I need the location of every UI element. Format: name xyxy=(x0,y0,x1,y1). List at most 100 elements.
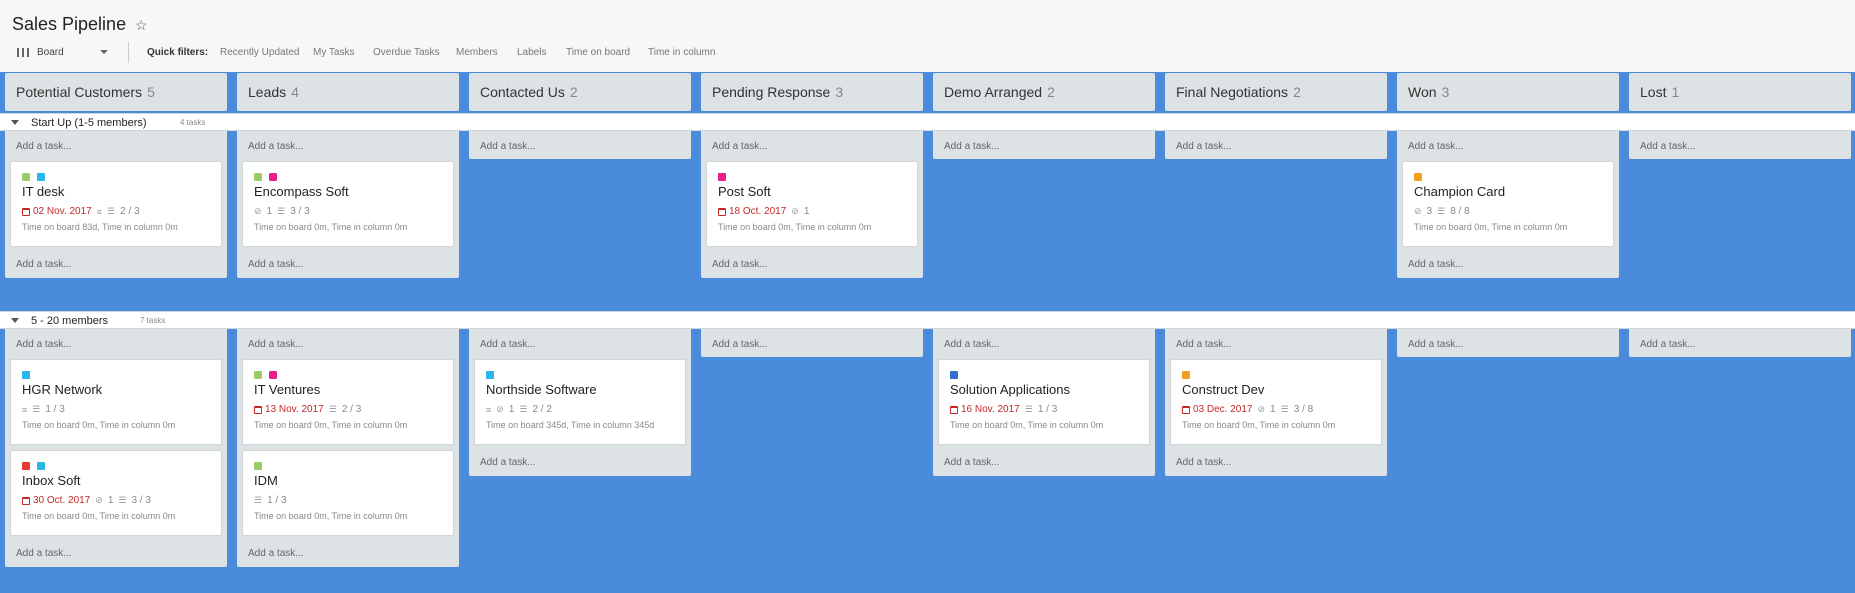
add-task-link[interactable]: Add a task... xyxy=(16,259,72,270)
add-task-link[interactable]: Add a task... xyxy=(248,141,304,152)
swimlane-header-startup[interactable]: Start Up (1-5 members) 4 tasks xyxy=(0,113,1855,131)
column-header-potential-customers[interactable]: Potential Customers 5 xyxy=(5,73,227,111)
add-task-link[interactable]: Add a task... xyxy=(944,141,1000,152)
add-task-link[interactable]: Add a task... xyxy=(944,339,1000,350)
task-card-hgr-network[interactable]: HGR Network ≡ ☰ 1 / 3 Time on board 0m, Ti… xyxy=(10,359,222,445)
add-task-link[interactable]: Add a task... xyxy=(16,141,72,152)
add-task-link[interactable]: Add a task... xyxy=(16,548,72,559)
board-title: Sales Pipeline xyxy=(12,14,127,34)
column-header-contacted-us[interactable]: Contacted Us 2 xyxy=(469,73,691,111)
card-labels xyxy=(950,371,958,379)
add-task-link[interactable]: Add a task... xyxy=(248,259,304,270)
attachment-icon: ⊘ xyxy=(254,206,262,216)
add-task-link[interactable]: Add a task... xyxy=(712,339,768,350)
collapse-triangle-icon[interactable] xyxy=(11,120,19,125)
lane-startup-leads: Add a task... Encompass Soft ⊘ 1 ☰ 3 / 3 Ti… xyxy=(237,131,459,278)
add-task-link[interactable]: Add a task... xyxy=(1640,141,1696,152)
column-header-lost[interactable]: Lost 1 xyxy=(1629,73,1851,111)
filter-labels[interactable]: Labels xyxy=(517,47,546,58)
task-card-it-desk[interactable]: IT desk 02 Nov. 2017 ≡ ☰ 2 / 3 Time on boar… xyxy=(10,161,222,247)
card-labels xyxy=(718,173,726,181)
calendar-icon xyxy=(22,207,30,216)
task-card-northside-software[interactable]: Northside Software ≡ ⊘ 1 ☰ 2 / 2 Time on boa… xyxy=(474,359,686,445)
filter-members[interactable]: Members xyxy=(456,47,498,58)
task-card-encompass-soft[interactable]: Encompass Soft ⊘ 1 ☰ 3 / 3 Time on board 0m… xyxy=(242,161,454,247)
add-task-link[interactable]: Add a task... xyxy=(1408,141,1464,152)
task-card-solution-applications[interactable]: Solution Applications 16 Nov. 2017 ☰ 1 / 3… xyxy=(938,359,1150,445)
board-header: Sales Pipeline ☆ Board Quick filters: Re… xyxy=(0,0,1855,72)
task-card-idm[interactable]: IDM ☰ 1 / 3 Time on board 0m, Time in col… xyxy=(242,450,454,536)
label-green xyxy=(254,462,262,470)
due-date: 13 Nov. 2017 xyxy=(254,404,324,415)
description-icon: ≡ xyxy=(22,404,28,415)
task-card-champion-card[interactable]: Champion Card ⊘ 3 ☰ 8 / 8 Time on board 0m,… xyxy=(1402,161,1614,247)
card-labels xyxy=(1414,173,1422,181)
column-count: 2 xyxy=(569,84,578,100)
task-card-it-ventures[interactable]: IT Ventures 13 Nov. 2017 ☰ 2 / 3 Time on b… xyxy=(242,359,454,445)
card-meta: 18 Oct. 2017 ⊘ 1 xyxy=(718,206,809,217)
card-time: Time on board 0m, Time in column 0m xyxy=(1414,222,1568,232)
filter-overdue-tasks[interactable]: Overdue Tasks xyxy=(373,47,440,58)
chevron-down-icon[interactable] xyxy=(100,50,108,54)
task-card-construct-dev[interactable]: Construct Dev 03 Dec. 2017 ⊘ 1 ☰ 3 / 8 Time … xyxy=(1170,359,1382,445)
lane-5-20-potential-customers: Add a task... HGR Network ≡ ☰ 1 / 3 Time o… xyxy=(5,329,227,567)
add-task-link[interactable]: Add a task... xyxy=(248,339,304,350)
card-title: HGR Network xyxy=(22,382,103,397)
card-time: Time on board 0m, Time in column 0m xyxy=(22,420,176,430)
column-header-won[interactable]: Won 3 xyxy=(1397,73,1619,111)
task-card-inbox-soft[interactable]: Inbox Soft 30 Oct. 2017 ⊘ 1 ☰ 3 / 3 Time on … xyxy=(10,450,222,536)
column-name: Won xyxy=(1408,84,1437,100)
add-task-link[interactable]: Add a task... xyxy=(712,259,768,270)
attachment-count: 3 xyxy=(1426,206,1433,217)
star-icon[interactable]: ☆ xyxy=(135,17,148,34)
add-task-link[interactable]: Add a task... xyxy=(16,339,72,350)
board-view-icon xyxy=(17,48,29,57)
add-task-link[interactable]: Add a task... xyxy=(480,339,536,350)
calendar-icon xyxy=(22,496,30,505)
column-header-final-negotiations[interactable]: Final Negotiations 2 xyxy=(1165,73,1387,111)
lane-startup-demo-arranged: Add a task... xyxy=(933,131,1155,159)
column-header-leads[interactable]: Leads 4 xyxy=(237,73,459,111)
checklist-count: 1 / 3 xyxy=(267,495,287,506)
add-task-link[interactable]: Add a task... xyxy=(1408,339,1464,350)
add-task-link[interactable]: Add a task... xyxy=(1640,339,1696,350)
collapse-triangle-icon[interactable] xyxy=(11,318,19,323)
card-title: Encompass Soft xyxy=(254,184,349,199)
add-task-link[interactable]: Add a task... xyxy=(248,548,304,559)
view-switcher[interactable]: Board xyxy=(17,47,64,58)
lane-5-20-pending-response: Add a task... xyxy=(701,329,923,357)
add-task-link[interactable]: Add a task... xyxy=(1408,259,1464,270)
add-task-link[interactable]: Add a task... xyxy=(480,141,536,152)
add-task-link[interactable]: Add a task... xyxy=(1176,457,1232,468)
attachment-icon: ⊘ xyxy=(1257,404,1266,414)
card-meta: 30 Oct. 2017 ⊘ 1 ☰ 3 / 3 xyxy=(22,495,151,506)
swimlane-task-count: 7 tasks xyxy=(140,316,166,325)
card-time: Time on board 0m, Time in column 0m xyxy=(1182,420,1336,430)
filter-my-tasks[interactable]: My Tasks xyxy=(313,47,355,58)
column-header-demo-arranged[interactable]: Demo Arranged 2 xyxy=(933,73,1155,111)
add-task-link[interactable]: Add a task... xyxy=(480,457,536,468)
filter-recently-updated[interactable]: Recently Updated xyxy=(220,47,300,58)
label-red xyxy=(22,462,30,470)
due-date-text: 16 Nov. 2017 xyxy=(961,404,1020,415)
attachment-icon: ⊘ xyxy=(95,495,103,505)
add-task-link[interactable]: Add a task... xyxy=(944,457,1000,468)
filter-time-on-board[interactable]: Time on board xyxy=(566,47,630,58)
card-meta: 16 Nov. 2017 ☰ 1 / 3 xyxy=(950,404,1057,415)
filter-time-in-column[interactable]: Time in column xyxy=(648,47,715,58)
card-title: Post Soft xyxy=(718,184,771,199)
calendar-icon xyxy=(718,207,726,216)
checklist-icon: ☰ xyxy=(1280,404,1289,414)
add-task-link[interactable]: Add a task... xyxy=(1176,141,1232,152)
column-header-pending-response[interactable]: Pending Response 3 xyxy=(701,73,923,111)
label-blue xyxy=(950,371,958,379)
task-card-post-soft[interactable]: Post Soft 18 Oct. 2017 ⊘ 1 Time on board 0… xyxy=(706,161,918,247)
checklist-icon: ☰ xyxy=(519,404,528,414)
card-time: Time on board 0m, Time in column 0m xyxy=(718,222,872,232)
add-task-link[interactable]: Add a task... xyxy=(1176,339,1232,350)
label-cyan xyxy=(486,371,494,379)
card-time: Time on board 0m, Time in column 0m xyxy=(22,511,176,521)
add-task-link[interactable]: Add a task... xyxy=(712,141,768,152)
column-name: Leads xyxy=(248,84,287,100)
swimlane-header-5-20[interactable]: 5 - 20 members 7 tasks xyxy=(0,311,1855,329)
